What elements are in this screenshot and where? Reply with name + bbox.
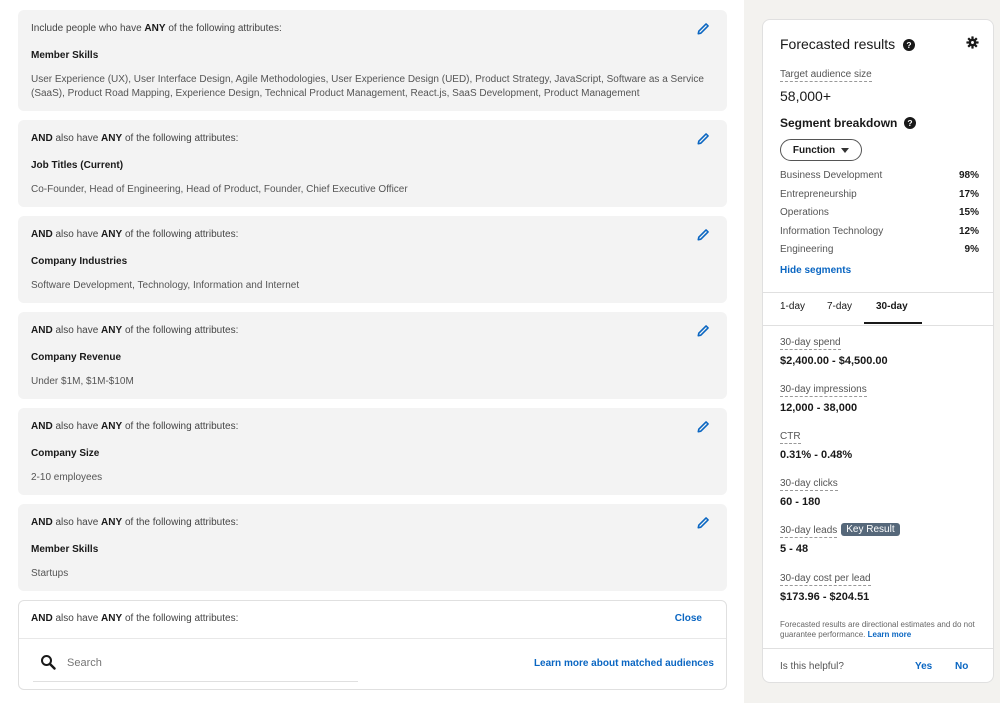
forecast-disclaimer: Forecasted results are directional estim… [780,620,975,639]
open-criterion-card: AND also have ANY of the following attri… [18,600,727,690]
svg-text:?: ? [907,40,912,50]
criterion-card: AND also have ANY of the following attri… [18,120,727,207]
segment-breakdown-title: Segment breakdown ? [780,116,917,130]
pencil-icon[interactable] [696,132,710,146]
criterion-card: AND also have ANY of the following attri… [18,504,727,591]
search-underline [33,681,358,682]
forecast-panel: Forecasted results ? Target audience siz… [762,19,994,683]
divider [763,648,993,649]
help-icon[interactable]: ? [904,117,917,129]
criterion-values: Under $1M, $1M-$10M [31,376,134,387]
metric-leads: 30-day leads Key Result 5 - 48 [780,523,900,555]
gear-icon[interactable] [966,36,979,49]
segment-row: Information Technology 12% [780,225,979,237]
criterion-values: Software Development, Technology, Inform… [31,280,300,291]
search-input[interactable] [67,653,357,673]
criterion-values: Co-Founder, Head of Engineering, Head of… [31,184,408,195]
pencil-icon[interactable] [696,228,710,242]
criterion-header: AND also have ANY of the following attri… [31,517,239,528]
helpful-question: Is this helpful? [780,661,844,672]
learn-more-link[interactable]: Learn more [868,630,912,639]
key-result-badge: Key Result [841,523,900,536]
caret-down-icon [841,147,850,153]
divider [763,325,993,326]
active-tab-indicator [864,322,922,324]
search-icon [40,654,56,670]
forecast-period-tabs: 1-day 7-day 30-day [763,292,993,325]
criterion-title: Company Revenue [31,352,122,363]
target-audience-value: 58,000+ [780,88,831,104]
pencil-icon[interactable] [696,420,710,434]
segment-function-dropdown[interactable]: Function [780,139,862,161]
metric-clicks: 30-day clicks 60 - 180 [780,478,838,508]
criterion-values: User Experience (UX), User Interface Des… [31,74,704,99]
segment-row: Operations 15% [780,207,979,218]
help-icon[interactable]: ? [903,38,916,51]
tab-1-day[interactable]: 1-day [780,301,805,312]
forecast-title: Forecasted results ? [780,36,916,52]
close-button[interactable]: Close [675,613,702,624]
criterion-title: Member Skills [31,50,99,61]
metric-cost-per-lead: 30-day cost per lead $173.96 - $204.51 [780,573,871,603]
criterion-header: AND also have ANY of the following attri… [19,601,726,639]
segment-row: Business Development 98% [780,170,979,181]
metric-impressions: 30-day impressions 12,000 - 38,000 [780,384,867,414]
search-row: Learn more about matched audiences [19,639,726,687]
svg-text:?: ? [908,118,913,128]
criterion-card: Include people who have ANY of the follo… [18,10,727,111]
segment-row: Engineering 9% [780,244,979,255]
criterion-header: AND also have ANY of the following attri… [31,421,239,432]
criterion-card: AND also have ANY of the following attri… [18,408,727,495]
tab-30-day[interactable]: 30-day [876,301,908,312]
criterion-title: Job Titles (Current) [31,160,124,171]
criterion-header: AND also have ANY of the following attri… [31,325,239,336]
no-button[interactable]: No [955,661,968,672]
criterion-header: AND also have ANY of the following attri… [31,229,239,240]
metric-ctr: CTR 0.31% - 0.48% [780,431,853,461]
pencil-icon[interactable] [696,516,710,530]
criterion-title: Company Industries [31,256,128,267]
hide-segments-link[interactable]: Hide segments [780,265,851,276]
criterion-header: AND also have ANY of the following attri… [31,133,239,144]
criterion-header: Include people who have ANY of the follo… [31,23,282,34]
segment-list: Business Development 98% Entrepreneurship… [780,170,979,263]
learn-more-matched-audiences-link[interactable]: Learn more about matched audiences [534,658,714,669]
criterion-title: Company Size [31,448,100,459]
criterion-card: AND also have ANY of the following attri… [18,312,727,399]
targeting-criteria-list: Include people who have ANY of the follo… [18,10,727,690]
yes-button[interactable]: Yes [915,661,932,672]
pencil-icon[interactable] [696,22,710,36]
tab-7-day[interactable]: 7-day [827,301,852,312]
criterion-values: Startups [31,568,69,579]
criterion-card: AND also have ANY of the following attri… [18,216,727,303]
metric-spend: 30-day spend $2,400.00 - $4,500.00 [780,337,888,367]
target-audience-label: Target audience size [780,69,872,82]
segment-row: Entrepreneurship 17% [780,188,979,200]
criterion-title: Member Skills [31,544,99,555]
pencil-icon[interactable] [696,324,710,338]
criterion-values: 2-10 employees [31,472,103,483]
